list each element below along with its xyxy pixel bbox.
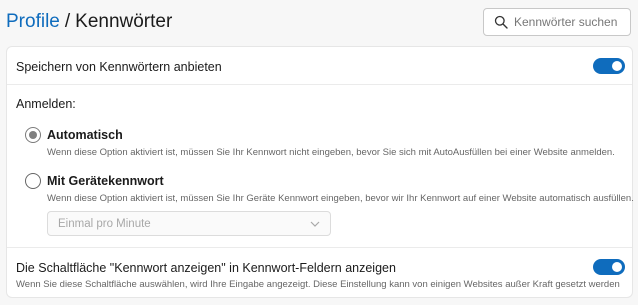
sign-in-heading: Anmelden: xyxy=(16,97,76,111)
breadcrumb-separator: / xyxy=(64,11,71,32)
radio-automatic[interactable] xyxy=(25,127,41,143)
toggle-knob xyxy=(612,262,622,272)
page-title: Kennwörter xyxy=(75,11,173,32)
breadcrumb: Profile / Kennwörter xyxy=(6,11,172,33)
offer-save-label: Speichern von Kennwörtern anbieten xyxy=(16,60,222,74)
chevron-down-icon xyxy=(310,221,320,227)
search-icon xyxy=(494,15,508,29)
frequency-select-value: Einmal pro Minute xyxy=(58,217,151,230)
reveal-button-description: Wenn Sie diese Schaltfläche auswählen, w… xyxy=(16,279,620,290)
toggle-knob xyxy=(612,61,622,71)
frequency-select[interactable]: Einmal pro Minute xyxy=(47,211,331,236)
radio-automatic-description: Wenn diese Option aktiviert ist, müssen … xyxy=(47,147,615,158)
radio-automatic-label[interactable]: Automatisch xyxy=(47,128,123,142)
reveal-button-toggle[interactable] xyxy=(593,259,625,275)
settings-card: Speichern von Kennwörtern anbieten Anmel… xyxy=(6,46,634,298)
offer-save-toggle[interactable] xyxy=(593,58,625,74)
search-box[interactable] xyxy=(483,8,631,36)
radio-device-password-description: Wenn diese Option aktiviert ist, müssen … xyxy=(47,193,634,204)
radio-device-password[interactable] xyxy=(25,173,41,189)
page-header: Profile / Kennwörter xyxy=(6,8,638,38)
radio-device-password-label[interactable]: Mit Gerätekennwort xyxy=(47,174,164,188)
divider xyxy=(7,247,632,248)
radio-dot xyxy=(29,131,37,139)
breadcrumb-profile-link[interactable]: Profile xyxy=(6,11,60,32)
search-input[interactable] xyxy=(514,15,624,29)
reveal-button-label: Die Schaltfläche "Kennwort anzeigen" in … xyxy=(16,261,396,275)
divider xyxy=(7,84,632,85)
